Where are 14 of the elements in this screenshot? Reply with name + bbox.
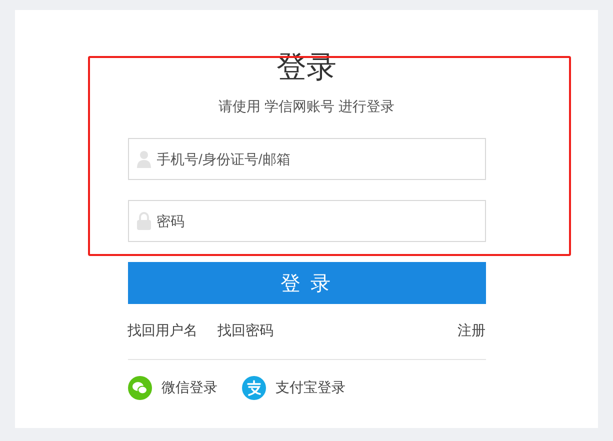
user-icon	[136, 150, 152, 168]
chat-bubbles-icon	[128, 376, 152, 400]
lock-icon	[136, 212, 152, 230]
link[interactable]: 注册	[458, 321, 486, 339]
social-login-label: 支付宝登录	[276, 379, 346, 397]
social-login-link[interactable]: 微信登录	[128, 376, 218, 400]
login-subtitle: 请使用 学信网账号 进行登录	[218, 98, 394, 116]
link[interactable]: 找回用户名	[128, 321, 198, 339]
input-field[interactable]: 密码	[128, 200, 486, 242]
social-login-label: 微信登录	[162, 379, 218, 397]
social-login-link[interactable]: 支付宝登录	[242, 376, 346, 400]
input-field[interactable]: 手机号/身份证号/邮箱	[128, 138, 486, 180]
login-button[interactable]: 登 录	[128, 262, 486, 304]
link[interactable]: 找回密码	[218, 321, 274, 339]
